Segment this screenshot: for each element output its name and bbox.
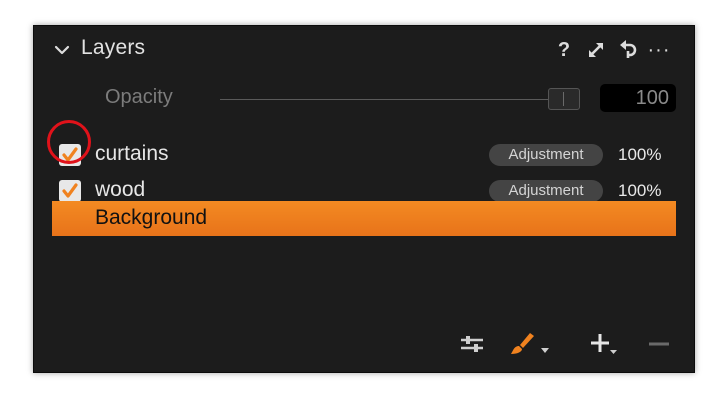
opacity-slider[interactable] [220, 99, 580, 100]
more-icon[interactable]: ··· [648, 39, 670, 61]
panel-title: Layers [81, 36, 146, 59]
brush-icon[interactable] [508, 331, 552, 357]
layer-opacity: 100% [618, 181, 662, 200]
layers-panel: Layers ? ··· Opacity 100 curtains Adjust… [33, 25, 695, 373]
opacity-slider-thumb[interactable] [548, 88, 580, 110]
reset-icon[interactable] [617, 39, 639, 61]
layer-type-badge: Adjustment [489, 144, 603, 166]
panel-header: Layers ? ··· [34, 26, 694, 74]
expand-icon[interactable] [585, 39, 607, 61]
layer-visibility-checkbox[interactable] [59, 180, 81, 202]
opacity-row: Opacity 100 [34, 82, 694, 116]
remove-layer-icon[interactable] [646, 331, 672, 357]
layer-name: curtains [95, 142, 169, 165]
opacity-label: Opacity [105, 86, 173, 108]
layer-name: wood [95, 178, 146, 201]
annotation-circle [47, 120, 91, 164]
add-layer-icon[interactable] [590, 331, 622, 357]
layer-row-curtains[interactable]: curtains Adjustment 100% [52, 137, 676, 171]
chevron-down-icon[interactable] [53, 41, 71, 59]
layer-row-background[interactable]: Background [52, 201, 676, 236]
adjustments-icon[interactable] [459, 331, 485, 357]
layer-type-badge: Adjustment [489, 180, 603, 202]
help-icon[interactable]: ? [553, 39, 575, 61]
opacity-value-field[interactable]: 100 [600, 84, 676, 112]
layer-opacity: 100% [618, 145, 662, 164]
layer-name: Background [95, 206, 208, 229]
